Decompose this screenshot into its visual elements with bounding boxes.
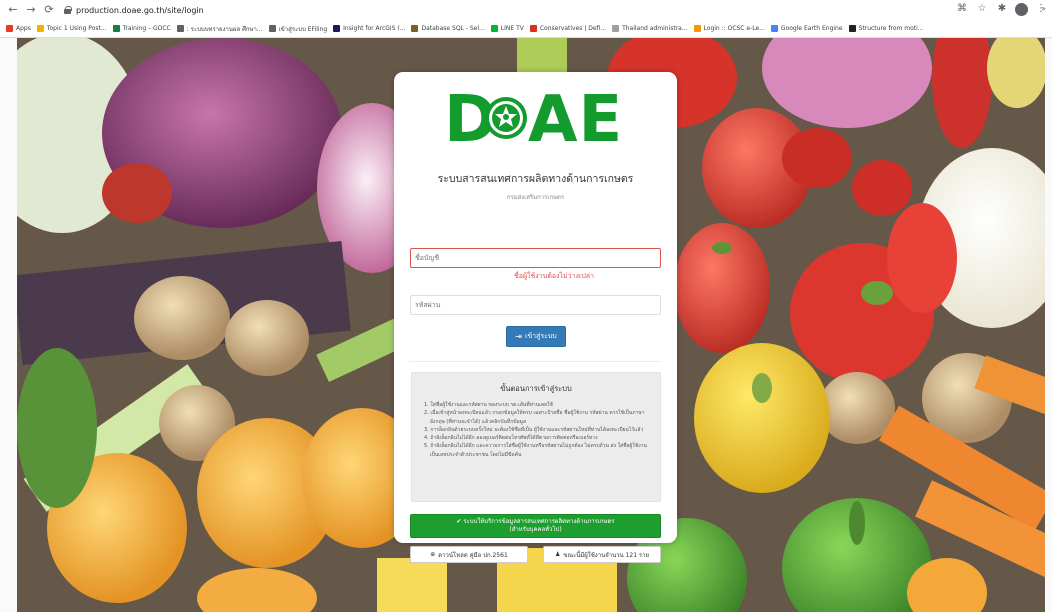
bookmark-label: Training – GDCC (122, 25, 171, 32)
bookmark-label: Topic 1 Using Post... (46, 25, 107, 32)
bookmark-favicon-icon (612, 25, 620, 32)
bookmark-favicon-icon (848, 25, 856, 32)
bookmark-item[interactable]: Login :: OCSC e-Le... (693, 22, 765, 36)
system-title: ระบบสารสนเทศการผลิตทางด้านการเกษตร (437, 173, 634, 185)
divider (409, 361, 662, 362)
translate-icon[interactable]: ⌘ (955, 2, 969, 16)
bookmark-favicon-icon (770, 25, 778, 32)
address-bar[interactable]: production.doae.go.th/site/login (64, 2, 204, 18)
url-text: production.doae.go.th/site/login (76, 5, 204, 15)
forward-arrow-icon[interactable]: → (24, 3, 38, 17)
department-name: กรมส่งเสริมการเกษตร (506, 194, 565, 201)
bookmark-favicon-icon (112, 25, 120, 32)
bookmark-item[interactable]: : ระบบบทรายงานผล ศึกษา... (176, 22, 263, 36)
steps-list: 1. ใส่ชื่อผู้ใช้งานและรหัสผ่าน ของระบบ ร… (424, 401, 654, 459)
bookmark-item[interactable]: Apps (6, 22, 31, 36)
bookmark-favicon-icon (529, 25, 537, 32)
bookmark-item[interactable]: Structure from moti... (848, 22, 924, 36)
steps-title: ขั้นตอนการเข้าสู่ระบบ (500, 384, 572, 393)
public-services-label-2: (สำหรับบุคคลทั่วไป) (509, 526, 562, 533)
step-item: 1. ใส่ชื่อผู้ใช้งานและรหัสผ่าน ของระบบ ร… (424, 402, 553, 408)
bookmark-label: Conservatives | Defi... (539, 25, 607, 32)
step-item: 2. เมื่อเข้าสู่หน้าลงทะเบียนแล้ว กรอกข้อ… (424, 410, 645, 425)
bookmark-item[interactable]: Conservatives | Defi... (529, 22, 607, 36)
online-users-button[interactable]: ♟ ขณะนี้มีผู้ใช้งานจำนวน 121 ราย (543, 546, 661, 563)
bookmark-label: LINE TV (500, 25, 524, 32)
bookmark-label: Apps (16, 25, 31, 32)
bookmark-label: Google Earth Engine (780, 25, 843, 32)
bookmark-favicon-icon (411, 25, 419, 32)
step-item: 4. ถ้ายังล็อกอินไม่ได้อีก ลองดูเบอร์ติดต… (424, 435, 598, 442)
download-manual-label: ดาวน์โหลด คู่มือ ปก.2561 (438, 551, 508, 559)
bookmark-favicon-icon (490, 25, 498, 32)
browser-chrome: ← → ⟳ production.doae.go.th/site/login ⌘… (0, 0, 1052, 38)
bookmark-favicon-icon (333, 25, 341, 32)
page-viewport: D AE ระบบสารสนเทศการผลิตทางด้านการเกษตร … (0, 38, 1052, 612)
bookmark-favicon-icon (36, 25, 44, 32)
password-input[interactable] (410, 295, 661, 315)
public-services-button[interactable]: ✔ ระบบให้บริการข้อมูลสารสนเทศการผลิตทางด… (410, 514, 661, 538)
sign-in-icon: ⇥ (515, 332, 522, 341)
bookmark-item[interactable]: LINE TV (490, 22, 524, 36)
extensions-puzzle-icon[interactable]: ✱ (995, 2, 1009, 16)
bookmark-favicon-icon (6, 25, 13, 32)
username-input[interactable] (410, 248, 661, 268)
bookmark-item[interactable]: Thailand administra... (612, 22, 688, 36)
bookmark-item[interactable]: Google Earth Engine (770, 22, 843, 36)
bookmark-item[interactable]: เข้าสู่ระบบ EFiling (268, 22, 328, 36)
bookmark-star-icon[interactable]: ☆ (975, 2, 989, 16)
back-arrow-icon[interactable]: ← (6, 3, 20, 17)
bookmark-item[interactable]: Database SQL - Sel... (411, 22, 485, 36)
login-button[interactable]: ⇥ เข้าสู่ระบบ (506, 326, 566, 347)
public-services-label-1: ระบบให้บริการข้อมูลสารสนเทศการผลิตทางด้า… (463, 518, 615, 525)
bookmark-favicon-icon (693, 25, 701, 32)
step-item: 3. การล็อกอินด้วยระบบครั้งใหม่ จะต้องใช้… (424, 426, 644, 433)
bookmark-label: Insight for ArcGIS (... (343, 25, 406, 32)
bookmark-label: เข้าสู่ระบบ EFiling (278, 25, 328, 33)
bookmark-label: Structure from moti... (858, 25, 924, 32)
doae-logo: D AE (444, 83, 632, 157)
bookmark-favicon-icon (268, 25, 276, 32)
check-circle-icon: ✔ (456, 518, 462, 525)
bookmark-label: Login :: OCSC e-Le... (703, 25, 765, 32)
bookmark-label: Thailand administra... (622, 25, 688, 32)
bookmark-item[interactable]: Training – GDCC (112, 22, 171, 36)
address-bar-row: ← → ⟳ production.doae.go.th/site/login (0, 0, 1052, 20)
bookmark-item[interactable]: Insight for ArcGIS (... (333, 22, 405, 36)
profile-avatar-icon[interactable] (1015, 2, 1028, 16)
lock-icon (64, 6, 72, 14)
username-error-message: ชื่อผู้ใช้งานต้องไม่ว่างเปล่า (514, 272, 594, 280)
logo-letters-ae: AE (528, 83, 624, 157)
bookmark-label: : ระบบบทรายงานผล ศึกษา... (186, 25, 263, 33)
download-manual-button[interactable]: ⊕ ดาวน์โหลด คู่มือ ปก.2561 (410, 546, 528, 563)
browser-toolbar-right: ⌘ ☆ ✱ ⋮ (955, 2, 1048, 16)
login-card: D AE ระบบสารสนเทศการผลิตทางด้านการเกษตร … (394, 72, 677, 563)
bookmark-item[interactable]: Topic 1 Using Post... (36, 22, 107, 36)
online-users-label: ขณะนี้มีผู้ใช้งานจำนวน 121 ราย (563, 551, 650, 559)
user-icon: ♟ (554, 551, 561, 558)
bookmark-label: Database SQL - Sel... (421, 25, 485, 32)
login-steps-panel: ขั้นตอนการเข้าสู่ระบบ 1. ใส่ชื่อผู้ใช้งา… (411, 372, 661, 502)
login-button-label: เข้าสู่ระบบ (524, 332, 557, 340)
download-icon: ⊕ (430, 551, 436, 558)
bookmarks-bar: Apps Topic 1 Using Post... Training – GDCC… (0, 20, 1052, 37)
bookmark-favicon-icon (176, 25, 184, 32)
doae-seal-icon (485, 97, 527, 139)
reload-icon[interactable]: ⟳ (42, 3, 56, 17)
step-item: 5. ถ้ายังล็อกอินไม่ได้อีก และความการใส่ช… (424, 443, 647, 458)
bookmarks-more-icon[interactable]: » (1041, 4, 1046, 13)
